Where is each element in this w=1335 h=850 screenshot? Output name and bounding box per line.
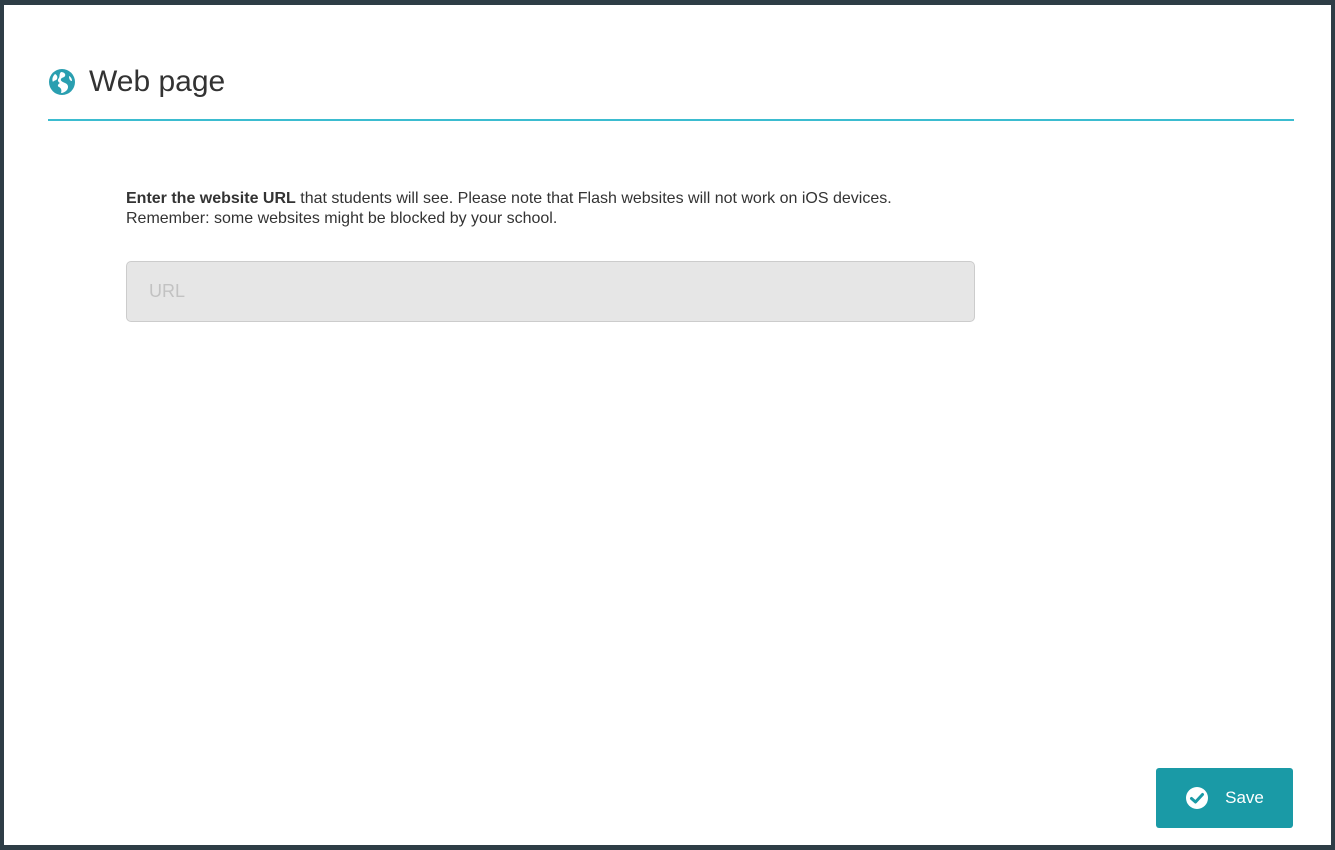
check-circle-icon xyxy=(1185,786,1209,810)
instructions-text: Enter the website URL that students will… xyxy=(126,189,1246,229)
web-page-dialog: Web page Enter the website URL that stud… xyxy=(4,5,1331,845)
instructions-line2: Remember: some websites might be blocked… xyxy=(126,210,558,227)
save-label: Save xyxy=(1225,788,1264,807)
dialog-title: Web page xyxy=(89,65,226,98)
globe-icon xyxy=(48,68,76,96)
url-input[interactable] xyxy=(126,261,975,322)
save-button[interactable]: Save xyxy=(1156,768,1293,828)
instructions-bold: Enter the website URL xyxy=(126,190,296,207)
dialog-header: Web page xyxy=(48,63,1294,121)
instructions-line1: that students will see. Please note that… xyxy=(295,190,892,207)
